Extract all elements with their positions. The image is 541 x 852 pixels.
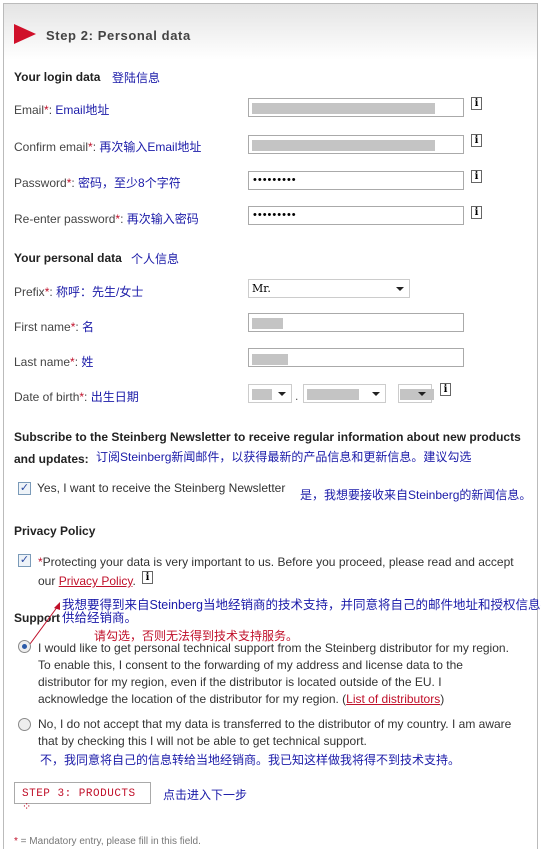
info-icon[interactable]: i (471, 134, 482, 147)
required-mark: * (44, 285, 50, 299)
personal-heading-cn: 个人信息 (131, 252, 180, 266)
privacy-policy-link[interactable]: Privacy Policy (59, 574, 133, 588)
footer-note: = Mandatory entry, please fill in this f… (17, 836, 201, 847)
dob-cn: 出生日期 (90, 390, 139, 404)
info-icon[interactable]: i (471, 206, 482, 219)
privacy-checkbox[interactable]: ✓ (18, 554, 31, 567)
newsletter-heading-cn: 订阅Steinberg新闻邮件，以获得最新的产品信息和更新信息。建议勾选 (96, 450, 472, 464)
button-label: STEP 3: PRODUCTS (22, 788, 136, 800)
info-icon[interactable]: i (471, 170, 482, 183)
privacy-text-end: . (132, 574, 136, 588)
support-no-text: No, I do not accept that my data is tran… (38, 717, 512, 731)
paren-close: ) (440, 692, 445, 706)
first-name-field[interactable] (248, 313, 464, 332)
dob-label: Date of birth (14, 390, 80, 404)
first-name-cn: 名 (82, 320, 95, 334)
confirm-email-field[interactable] (248, 135, 464, 154)
support-yes-text: acknowledge the location of the distribu… (38, 692, 347, 706)
login-heading: Your login data (14, 70, 101, 84)
dob-year-select[interactable] (398, 384, 434, 403)
required-mark: * (44, 103, 49, 117)
reenter-password-label: Re-enter password (14, 212, 116, 226)
newsletter-checkbox-cn: 是，我想要接收来自Steinberg的新闻信息。 (300, 488, 532, 502)
chevron-down-icon (372, 392, 380, 396)
personal-heading: Your personal data (14, 251, 122, 265)
dob-day-select[interactable] (248, 384, 292, 403)
last-name-label: Last name (14, 355, 71, 369)
button-cn: 点击进入下一步 (163, 788, 248, 802)
support-no-text: that by checking this I will not be able… (38, 734, 367, 748)
last-name-cn: 姓 (81, 355, 94, 369)
chevron-down-icon (396, 287, 404, 291)
prefix-cn: 称呼：先生/女士 (56, 285, 144, 299)
last-name-field[interactable] (248, 348, 464, 367)
support-yes-text: distributor for my region, even if the d… (38, 675, 442, 689)
info-icon[interactable]: i (471, 97, 482, 110)
support-yes-text: I would like to get personal technical s… (38, 641, 509, 655)
password-field[interactable]: ••••••••• (248, 171, 464, 190)
newsletter-heading: Subscribe to the Steinberg Newsletter to… (14, 430, 521, 444)
required-mark: * (70, 355, 75, 369)
email-label: Email (14, 103, 45, 117)
support-no-radio[interactable] (18, 718, 31, 731)
dob-month-select[interactable] (303, 384, 386, 403)
first-name-label: First name (14, 320, 71, 334)
chevron-down-icon (278, 392, 286, 396)
support-yes-radio[interactable] (18, 640, 31, 653)
password-value: ••••••••• (253, 174, 297, 186)
annotation-cn-2: 供给经销商。 (62, 611, 138, 625)
reenter-password-value: ••••••••• (253, 209, 297, 221)
required-mark: * (66, 176, 72, 190)
required-mark: * (70, 320, 76, 334)
info-icon[interactable]: i (440, 383, 451, 396)
password-label: Password (14, 176, 67, 190)
email-cn: Email地址 (55, 103, 110, 117)
privacy-text-2: our (38, 574, 59, 588)
required-mark: * (88, 140, 93, 154)
date-separator: . (295, 389, 299, 403)
prefix-label: Prefix (14, 285, 45, 299)
info-icon[interactable]: i (142, 571, 153, 584)
required-mark: * (115, 212, 121, 226)
play-arrow-icon (14, 24, 36, 44)
dots-icon: ⁘ (22, 802, 32, 814)
reenter-password-cn: 再次输入密码 (126, 212, 199, 226)
newsletter-heading-2: and updates: (14, 452, 89, 466)
email-field[interactable] (248, 98, 464, 117)
chevron-down-icon (418, 392, 426, 396)
confirm-email-label: Confirm email (14, 140, 89, 154)
required-mark: * (79, 390, 85, 404)
newsletter-checkbox-label: Yes, I want to receive the Steinberg New… (37, 481, 286, 495)
prefix-select[interactable]: Mr. (248, 279, 410, 298)
password-cn: 密码，至少8个字符 (78, 176, 181, 190)
confirm-email-cn: 再次输入Email地址 (99, 140, 202, 154)
support-no-cn: 不，我同意将自己的信息转给当地经销商。我已知这样做我将得不到技术支持。 (40, 753, 461, 767)
list-of-distributors-link[interactable]: List of distributors (346, 692, 440, 706)
step-3-products-button[interactable]: STEP 3: PRODUCTS ⁘ (14, 782, 151, 814)
newsletter-checkbox[interactable]: ✓ (18, 482, 31, 495)
support-yes-text: To enable this, I consent to the forward… (38, 658, 463, 672)
reenter-password-field[interactable]: ••••••••• (248, 206, 464, 225)
privacy-heading: Privacy Policy (14, 524, 96, 538)
login-heading-cn: 登陆信息 (112, 71, 161, 85)
privacy-text: Protecting your data is very important t… (42, 555, 514, 569)
page-title: Step 2: Personal data (46, 28, 191, 43)
prefix-value: Mr. (252, 282, 271, 295)
step-header: Step 2: Personal data (4, 4, 537, 60)
